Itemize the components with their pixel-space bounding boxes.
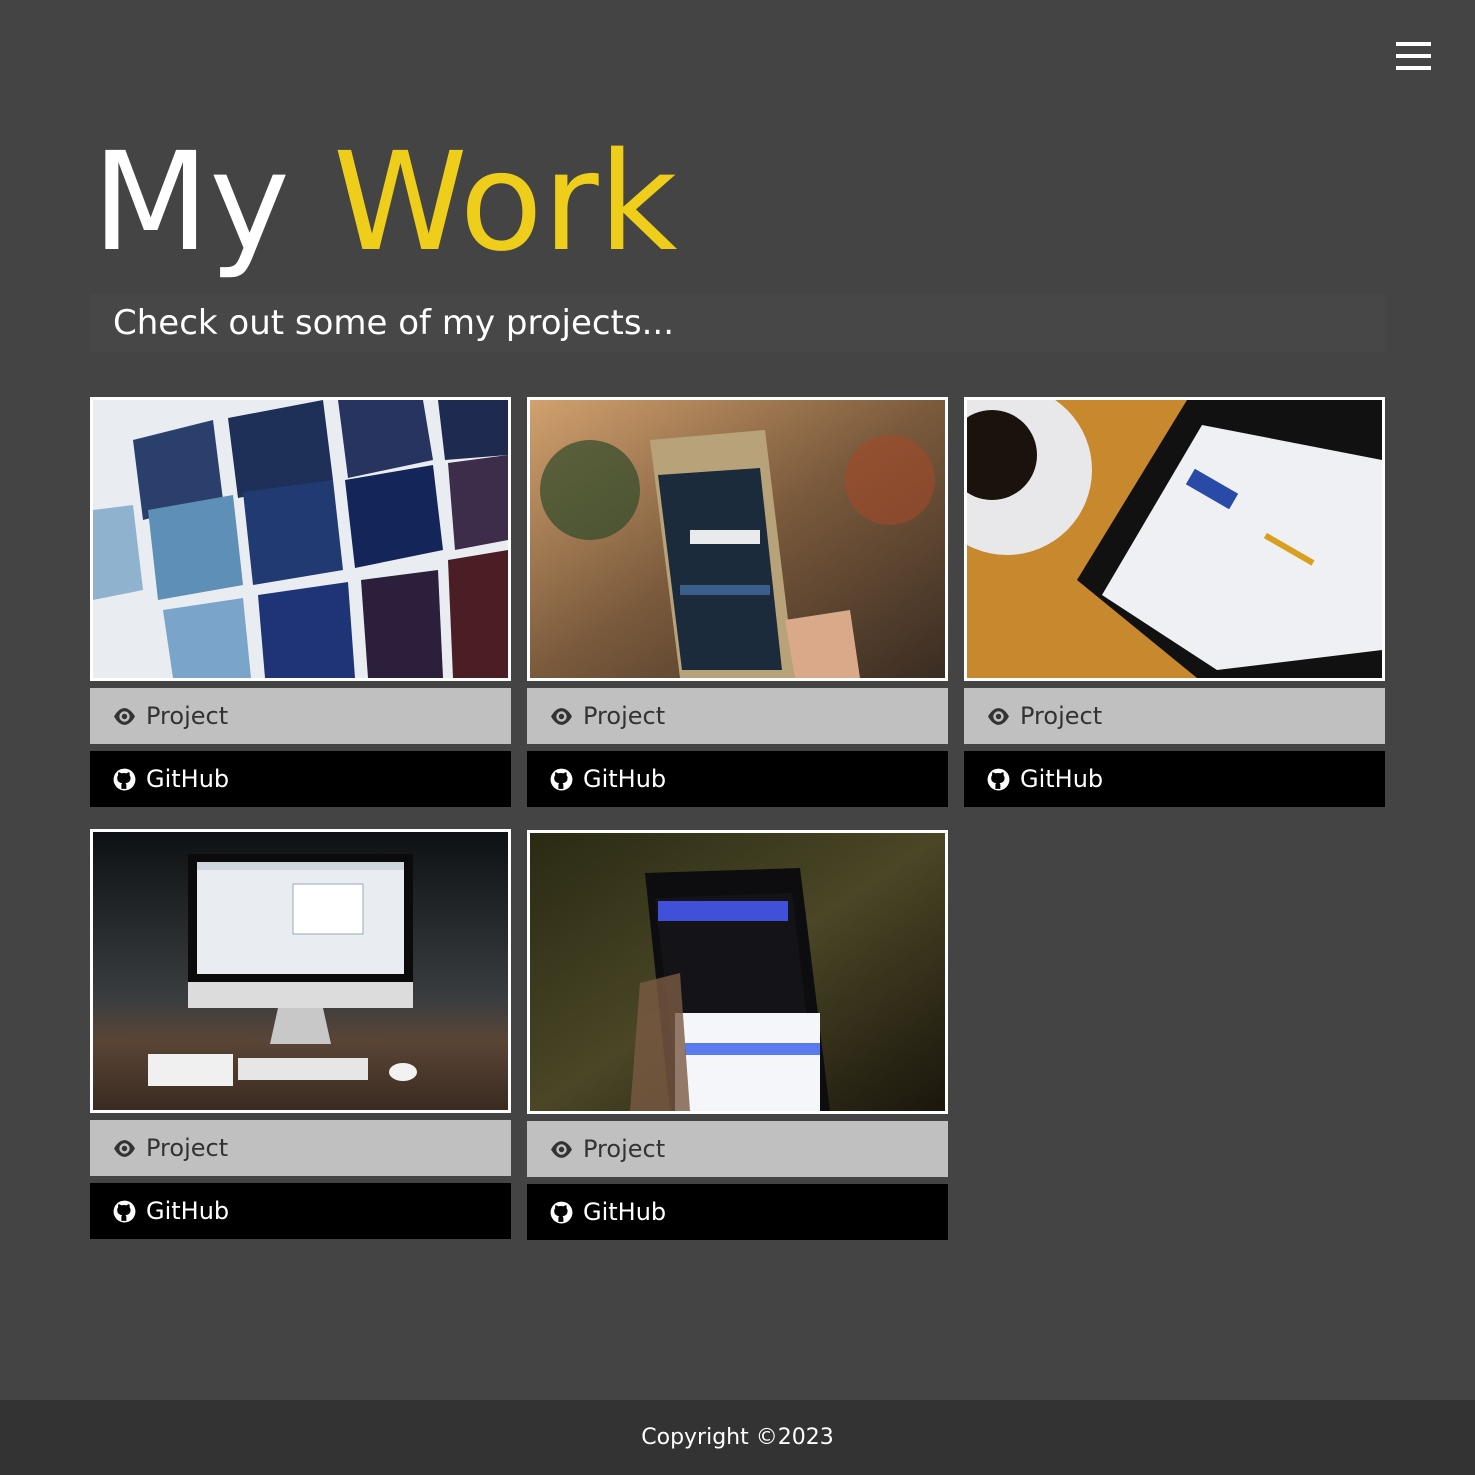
github-icon <box>986 767 1011 792</box>
eye-icon <box>112 1136 137 1161</box>
phone-dark-image <box>530 833 945 1111</box>
title-part-2: Work <box>333 124 678 282</box>
phone-pexels-image <box>530 400 945 678</box>
github-button[interactable]: GitHub <box>90 751 511 807</box>
project-button[interactable]: Project <box>90 1120 511 1176</box>
project-button-label: Project <box>583 1135 666 1163</box>
title-part-1: My <box>92 124 290 282</box>
project-button[interactable]: Project <box>527 1121 948 1177</box>
project-thumbnail[interactable] <box>964 397 1385 681</box>
project-card: Project GitHub <box>90 829 511 1239</box>
project-button[interactable]: Project <box>964 688 1385 744</box>
page-title: My Work <box>92 118 677 288</box>
github-button-label: GitHub <box>146 765 230 793</box>
page-subtitle: Check out some of my projects... <box>90 294 1385 352</box>
project-button-label: Project <box>146 702 229 730</box>
project-button[interactable]: Project <box>527 688 948 744</box>
project-card: Project GitHub <box>964 397 1385 807</box>
project-thumbnail[interactable] <box>90 829 511 1113</box>
project-card: Project GitHub <box>90 397 511 807</box>
project-button-label: Project <box>1020 702 1103 730</box>
github-button[interactable]: GitHub <box>527 1184 948 1240</box>
github-icon <box>112 767 137 792</box>
project-thumbnail[interactable] <box>90 397 511 681</box>
eye-icon <box>986 704 1011 729</box>
tablet-coffee-image <box>967 400 1382 678</box>
github-icon <box>549 1200 574 1225</box>
github-button[interactable]: GitHub <box>90 1183 511 1239</box>
github-button-label: GitHub <box>146 1197 230 1225</box>
eye-icon <box>549 704 574 729</box>
github-button-label: GitHub <box>583 765 667 793</box>
menu-bar <box>1396 42 1431 46</box>
eye-icon <box>549 1137 574 1162</box>
github-icon <box>112 1199 137 1224</box>
project-thumbnail[interactable] <box>527 397 948 681</box>
project-card: Project GitHub <box>527 830 948 1240</box>
project-button-label: Project <box>146 1134 229 1162</box>
eye-icon <box>112 704 137 729</box>
menu-bar <box>1396 66 1431 70</box>
github-button[interactable]: GitHub <box>527 751 948 807</box>
media-tiles-image <box>93 400 508 678</box>
portfolio-page: My Work Check out some of my projects... <box>0 0 1475 1475</box>
copyright-text: Copyright ©2023 <box>641 1425 834 1450</box>
project-button[interactable]: Project <box>90 688 511 744</box>
project-thumbnail[interactable] <box>527 830 948 1114</box>
github-button-label: GitHub <box>1020 765 1104 793</box>
project-button-label: Project <box>583 702 666 730</box>
menu-bar <box>1396 54 1431 58</box>
github-icon <box>549 767 574 792</box>
footer: Copyright ©2023 <box>0 1400 1475 1475</box>
project-card: Project GitHub <box>527 397 948 807</box>
github-button[interactable]: GitHub <box>964 751 1385 807</box>
imac-desk-image <box>93 832 508 1110</box>
hamburger-menu-icon[interactable] <box>1396 42 1431 70</box>
github-button-label: GitHub <box>583 1198 667 1226</box>
